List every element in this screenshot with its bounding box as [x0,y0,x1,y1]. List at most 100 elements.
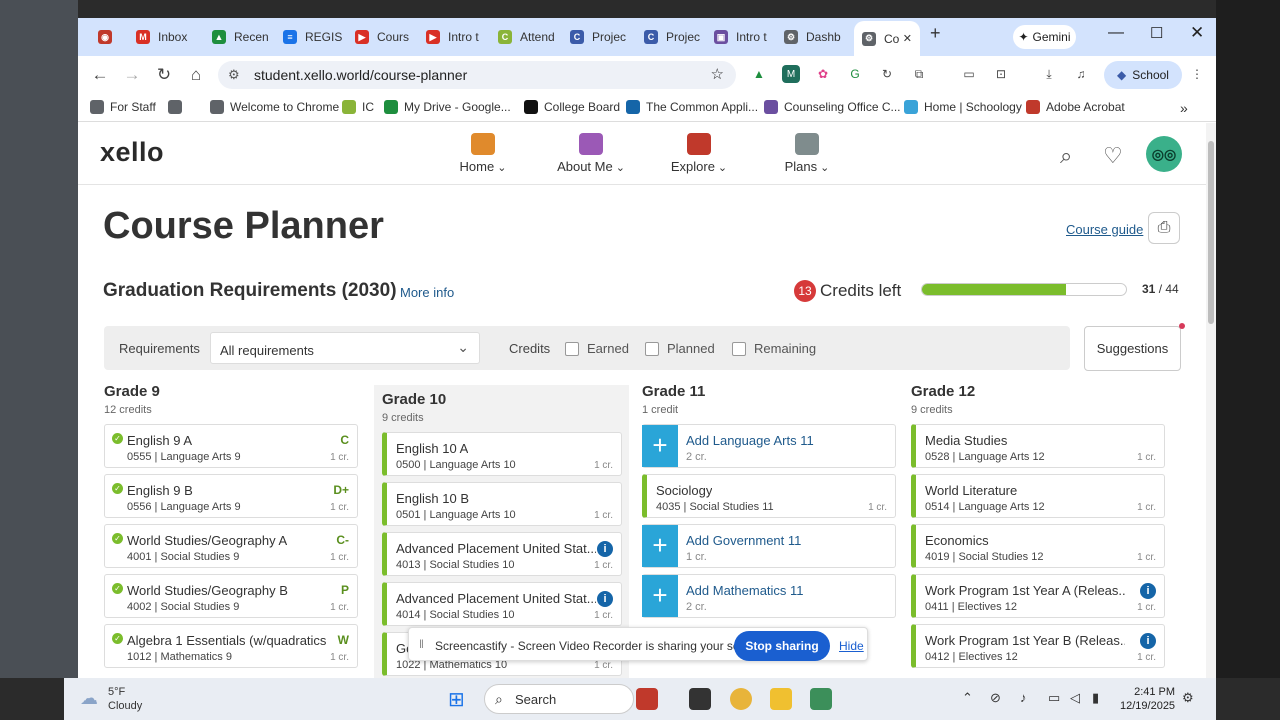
calculator-icon[interactable] [810,688,832,710]
bookmark-item[interactable]: Welcome to Chrome [210,100,339,114]
grammarly-icon[interactable]: G [846,65,864,83]
bookmark-item[interactable]: Home | Schoology [904,100,1022,114]
scrollbar-thumb[interactable] [1208,141,1214,324]
bookmark-item[interactable]: IC [342,100,374,114]
earned-checkbox-box[interactable] [565,341,579,356]
remaining-checkbox[interactable]: Remaining [732,341,816,356]
settings-gear-icon[interactable]: ⚙ [1182,690,1194,706]
more-bookmarks-icon[interactable]: » [1180,100,1188,116]
network-icon[interactable]: ▭ [1048,690,1060,706]
course-card[interactable]: ✓ English 9 A 0555 | Language Arts 9 1 cr. C [104,424,358,468]
media-icon[interactable]: ♫ [1072,65,1090,83]
profile-button[interactable]: ◆ School [1104,61,1182,89]
course-guide-link[interactable]: Course guide [1066,222,1143,237]
folder-icon[interactable] [770,688,792,710]
add-course-card[interactable]: + Add Mathematics 11 2 cr. [642,574,896,618]
earned-checkbox[interactable]: Earned [565,341,629,356]
planned-checkbox[interactable]: Planned [645,341,715,356]
user-avatar[interactable]: ◎◎ [1146,136,1182,172]
search-icon[interactable]: ⌕ [1060,143,1072,169]
hide-banner-link[interactable]: Hide [839,639,864,653]
info-icon[interactable]: i [1140,633,1156,649]
new-tab-icon[interactable]: + [930,23,941,44]
browser-tab[interactable]: ⚙ Co ✕ [854,21,920,56]
browser-tab[interactable]: M Inbox [136,26,204,48]
plus-icon[interactable]: + [642,425,678,467]
browser-tab[interactable]: ▣ Intro t [714,26,782,48]
add-course-card[interactable]: + Add Government 11 1 cr. [642,524,896,568]
nav-explore[interactable]: Explore ⌄ [649,133,749,174]
browser-tab[interactable]: ▶ Intro t [426,26,494,48]
course-card[interactable]: Economics 4019 | Social Studies 12 1 cr. [911,524,1165,568]
xello-logo[interactable]: xello [100,137,164,168]
browser-tab[interactable]: C Projec [644,26,712,48]
menu-kebab-icon[interactable]: ⋮ [1188,65,1206,83]
bookmark-item[interactable]: For Staff [90,100,156,114]
sync-extension-icon[interactable]: ↻ [878,65,896,83]
course-card[interactable]: Work Program 1st Year B (Releas... 0412 |… [911,624,1165,668]
nav-about-me[interactable]: About Me ⌄ [541,133,641,174]
favorites-heart-icon[interactable]: ♡ [1103,143,1123,169]
print-button[interactable]: ⎙ [1148,212,1180,244]
site-info-icon[interactable]: ⚙ [228,67,240,83]
course-card[interactable]: Sociology 4035 | Social Studies 11 1 cr. [642,474,896,518]
course-card[interactable]: World Literature 0514 | Language Arts 12 1… [911,474,1165,518]
plus-icon[interactable]: + [642,525,678,567]
course-card[interactable]: ✓ English 9 B 0556 | Language Arts 9 1 cr. D… [104,474,358,518]
weather-widget[interactable]: 5°F Cloudy [108,685,142,713]
suggestions-button[interactable]: Suggestions [1084,326,1181,371]
drive-extension-icon[interactable]: ▲ [750,65,768,83]
info-icon[interactable]: i [597,541,613,557]
taskbar-search[interactable]: ⌕ Search [484,684,634,714]
course-card[interactable]: English 10 A 0500 | Language Arts 10 1 cr. [382,432,622,476]
bookmark-item[interactable]: Adobe Acrobat [1026,100,1125,114]
tray-sync-icon[interactable]: ⊘ [990,690,1001,706]
course-card[interactable]: ✓ World Studies/Geography A 4001 | Social … [104,524,358,568]
extensions-icon[interactable]: ⧉ [910,65,928,83]
gemini-button[interactable]: ✦ Gemini [1013,25,1076,49]
download-icon[interactable]: ⤓ [1040,65,1058,83]
browser-tab[interactable]: C Attend [498,26,566,48]
info-icon[interactable]: i [597,591,613,607]
widgets-icon[interactable] [636,688,658,710]
course-card[interactable]: Work Program 1st Year A (Releas... 0411 |… [911,574,1165,618]
home-icon[interactable]: ⌂ [186,65,206,85]
browser-tab[interactable]: ▲ Recen [212,26,280,48]
planned-checkbox-box[interactable] [645,341,659,356]
browser-tab[interactable]: ▶ Cours [355,26,423,48]
stop-sharing-button[interactable]: Stop sharing [734,631,830,661]
url-field[interactable]: ⚙ student.xello.world/course-planner ☆ [218,61,736,89]
nav-plans[interactable]: Plans ⌄ [757,133,857,174]
info-icon[interactable]: i [1140,583,1156,599]
maximize-icon[interactable]: ☐ [1150,24,1163,42]
course-card[interactable]: ✓ World Studies/Geography B 4002 | Social … [104,574,358,618]
microphone-icon[interactable]: ♪ [1020,690,1027,705]
m-extension-icon[interactable]: M [782,65,800,83]
reload-icon[interactable]: ↻ [154,65,174,85]
back-icon[interactable]: ← [90,65,110,85]
battery-icon[interactable]: ▮ [1092,690,1099,706]
forward-icon[interactable]: → [122,65,142,85]
screenshot-icon[interactable]: ⊡ [992,65,1010,83]
requirements-select[interactable]: All requirements ⌄ [210,332,480,364]
bookmark-item[interactable]: College Board [524,100,620,114]
course-card[interactable]: Advanced Placement United Stat... 4013 | … [382,532,622,576]
volume-icon[interactable]: ◁ [1070,690,1080,706]
file-explorer-dark-icon[interactable] [689,688,711,710]
nav-home[interactable]: Home ⌄ [433,133,533,174]
drag-handle-icon[interactable]: ‖ [419,637,424,651]
minimize-icon[interactable]: — [1108,24,1124,42]
close-window-icon[interactable]: ✕ [1190,23,1204,43]
plus-icon[interactable]: + [642,575,678,617]
remaining-checkbox-box[interactable] [732,341,746,356]
bookmark-item[interactable]: My Drive - Google... [384,100,511,114]
chrome-taskbar-icon[interactable] [730,688,752,710]
browser-tab[interactable]: ≡ REGIS [283,26,351,48]
course-card[interactable]: Advanced Placement United Stat... 4014 | … [382,582,622,626]
add-course-card[interactable]: + Add Language Arts 11 2 cr. [642,424,896,468]
bookmark-star-icon[interactable]: ☆ [711,65,724,83]
browser-tab[interactable]: C Projec [570,26,638,48]
browser-tab[interactable]: ⚙ Dashb [784,26,852,48]
windows-start-icon[interactable]: ⊞ [448,687,465,712]
flower-extension-icon[interactable]: ✿ [814,65,832,83]
